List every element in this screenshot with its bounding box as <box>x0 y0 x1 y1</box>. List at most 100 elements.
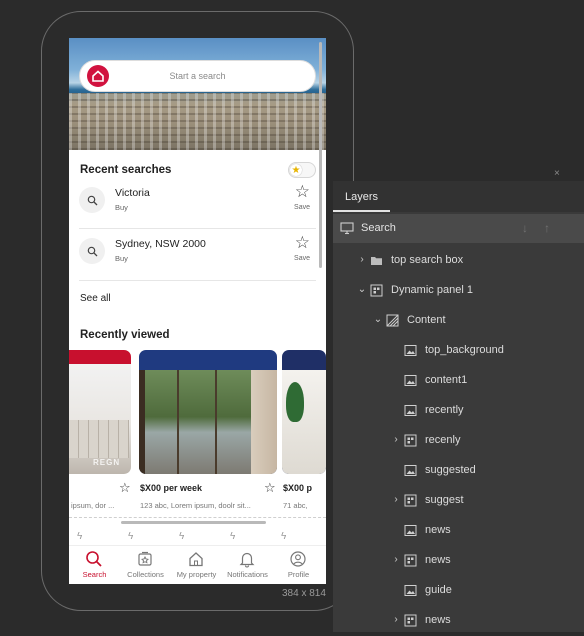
chevron-right-icon[interactable]: › <box>391 494 401 505</box>
flash-icon: ϟ <box>128 531 134 542</box>
home-icon <box>187 550 205 568</box>
property-card-image[interactable] <box>282 350 326 474</box>
panel-icon <box>404 494 417 507</box>
property-price: $X00 p <box>283 483 313 493</box>
layer-item[interactable]: › suggest <box>333 486 584 516</box>
divider <box>79 280 316 281</box>
page-name: Search <box>361 222 396 234</box>
panel-icon <box>404 434 417 447</box>
app-screen: Start a search Recent searches ★ Victori… <box>69 38 326 584</box>
favourites-toggle[interactable]: ★ <box>288 162 316 178</box>
layer-label: top search box <box>391 254 464 266</box>
close-panel-icon[interactable]: × <box>554 168 560 179</box>
state-icon <box>386 314 399 327</box>
nav-my-property[interactable]: My property <box>171 546 222 584</box>
search-bar[interactable]: Start a search <box>79 60 316 92</box>
flash-icon: ϟ <box>230 531 236 542</box>
horizontal-scrollbar[interactable] <box>121 521 266 524</box>
tab-layers[interactable]: Layers <box>333 181 390 212</box>
chevron-right-icon[interactable]: › <box>391 554 401 565</box>
layer-item[interactable]: guide <box>333 576 584 606</box>
save-star-icon[interactable]: ☆ <box>295 183 310 200</box>
recent-search-type: Buy <box>115 254 128 263</box>
layer-label: recently <box>425 404 464 416</box>
property-card-image[interactable] <box>139 350 277 474</box>
property-address: 71 abc, <box>283 501 308 510</box>
divider <box>79 228 316 229</box>
search-icon <box>79 238 105 264</box>
image-icon <box>404 374 417 387</box>
move-up-icon[interactable]: ↑ <box>544 221 550 235</box>
image-icon <box>404 524 417 537</box>
image-icon <box>404 464 417 477</box>
search-icon <box>79 187 105 213</box>
layer-label: guide <box>425 584 452 596</box>
chevron-right-icon[interactable]: › <box>391 434 401 445</box>
recent-searches-title: Recent searches <box>80 164 172 176</box>
search-placeholder: Start a search <box>169 71 226 81</box>
star-icon: ★ <box>290 164 302 176</box>
layer-item[interactable]: recently <box>333 396 584 426</box>
favourite-star-icon[interactable]: ☆ <box>264 480 276 496</box>
folder-icon <box>370 254 383 267</box>
property-card-image[interactable]: REGN <box>69 350 131 474</box>
layer-item[interactable]: suggested <box>333 456 584 486</box>
save-star-icon[interactable]: ☆ <box>295 234 310 251</box>
recently-viewed-title: Recently viewed <box>80 329 170 341</box>
layer-item[interactable]: content1 <box>333 366 584 396</box>
panel-icon <box>404 614 417 627</box>
recent-search-item[interactable]: Victoria Buy ☆ Save <box>79 181 316 221</box>
layer-label: content1 <box>425 374 468 386</box>
page-row-search[interactable]: Search ↓ ↑ <box>333 214 584 243</box>
flash-icon: ϟ <box>77 531 83 542</box>
nav-collections[interactable]: Collections <box>120 546 171 584</box>
canvas-size-label: 384 x 814 <box>282 588 326 599</box>
layer-item[interactable]: top_background <box>333 336 584 366</box>
chevron-down-icon[interactable]: ⌄ <box>357 284 367 295</box>
search-icon <box>85 550 103 568</box>
hero-image <box>69 38 326 150</box>
agency-watermark: REGN <box>93 458 121 467</box>
monitor-icon <box>340 222 354 235</box>
recent-search-type: Buy <box>115 203 128 212</box>
nav-search[interactable]: Search <box>69 546 120 584</box>
layer-label: suggest <box>425 494 464 506</box>
profile-icon <box>289 550 307 568</box>
layer-item[interactable]: ⌄ Content <box>333 306 584 336</box>
nav-notifications[interactable]: Notifications <box>222 546 273 584</box>
layer-item[interactable]: › news <box>333 546 584 576</box>
layer-label: news <box>425 614 451 626</box>
flash-icon: ϟ <box>179 531 185 542</box>
bottom-navigation: Search Collections My property Notificat… <box>69 545 326 584</box>
image-icon <box>404 584 417 597</box>
image-icon <box>404 344 417 357</box>
layer-item[interactable]: news <box>333 516 584 546</box>
move-down-icon[interactable]: ↓ <box>522 221 528 235</box>
recent-search-name: Victoria <box>115 187 150 199</box>
layer-label: news <box>425 554 451 566</box>
vertical-scrollbar[interactable] <box>319 42 322 268</box>
property-address: 123 abc, Lorem ipsum, doolr sit... <box>140 501 251 510</box>
layer-item[interactable]: › top search box <box>333 246 584 276</box>
image-icon <box>404 404 417 417</box>
layer-item[interactable]: › recenly <box>333 426 584 456</box>
layer-label: top_background <box>425 344 504 356</box>
chevron-right-icon[interactable]: › <box>391 614 401 625</box>
nav-label: Profile <box>287 570 310 579</box>
layer-label: Content <box>407 314 446 326</box>
save-label[interactable]: Save <box>294 204 310 211</box>
chevron-down-icon[interactable]: ⌄ <box>373 314 383 325</box>
layer-label: Dynamic panel 1 <box>391 284 473 296</box>
see-all-link[interactable]: See all <box>80 293 111 304</box>
layer-label: recenly <box>425 434 461 446</box>
save-label[interactable]: Save <box>294 255 310 262</box>
favourite-star-icon[interactable]: ☆ <box>119 480 131 496</box>
recent-search-name: Sydney, NSW 2000 <box>115 238 206 250</box>
nav-profile[interactable]: Profile <box>273 546 324 584</box>
recent-search-item[interactable]: Sydney, NSW 2000 Buy ☆ Save <box>79 232 316 272</box>
property-price: $X00 per week <box>140 483 203 493</box>
chevron-right-icon[interactable]: › <box>357 254 367 265</box>
collections-icon <box>136 550 154 568</box>
layer-label: suggested <box>425 464 476 476</box>
layer-item[interactable]: ⌄ Dynamic panel 1 <box>333 276 584 306</box>
